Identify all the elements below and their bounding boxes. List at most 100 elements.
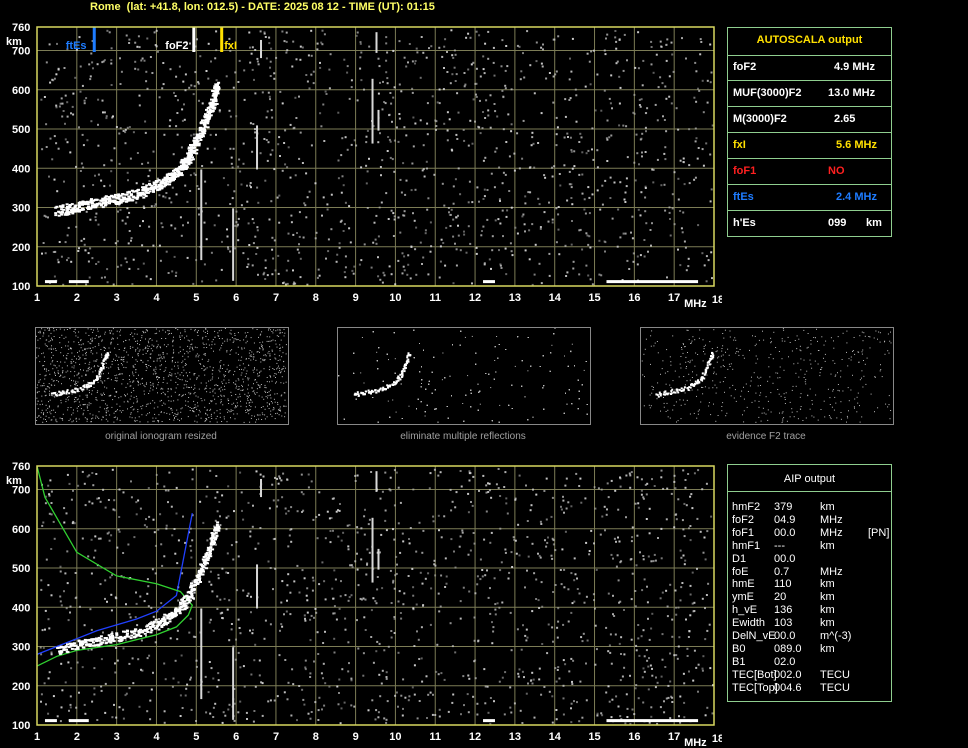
noise-dot [235,380,237,382]
noise-dot [327,250,330,253]
noise-dot [77,336,79,338]
noise-dot [330,193,333,196]
noise-dot [124,128,127,131]
noise-dot [513,169,516,172]
noise-dot [110,159,113,162]
noise-dot [287,232,290,235]
noise-dot [189,371,191,373]
noise-dot [90,351,92,353]
noise-dot [206,147,209,150]
noise-dot [497,218,500,221]
noise-dot [71,105,74,108]
x-tick-label: 8 [313,292,319,304]
noise-dot [634,179,637,182]
noise-dot [633,161,636,164]
noise-dot [153,205,156,208]
noise-dot [548,274,551,277]
noise-dot [99,406,101,408]
noise-dot [228,382,230,384]
noise-dot [659,76,662,79]
noise-dot [78,350,80,352]
noise-dot [201,368,203,369]
noise-dot [71,379,72,381]
noise-dot [83,243,86,246]
thumb-noise [338,328,588,423]
noise-dot [284,163,287,166]
noise-dot [85,374,87,376]
noise-dot [329,53,332,56]
noise-dot [388,113,391,116]
noise-dot [67,409,69,411]
noise-dot [243,369,245,371]
noise-dot [496,336,498,337]
noise-dot [78,247,80,250]
noise-dot [441,182,444,185]
noise-dot [622,69,625,72]
noise-dot [204,180,207,183]
noise-dot [205,382,207,384]
noise-dot [306,196,309,199]
autoscala-row-m3000: M(3000)F2 2.65 [728,107,891,133]
noise-dot [97,330,99,332]
noise-dot [240,389,242,391]
noise-dot [132,409,134,411]
noise-dot [218,338,220,339]
noise-dot [67,226,70,229]
noise-dot [237,339,239,340]
noise-dot [528,166,531,169]
noise-dot [131,417,133,419]
noise-dot [268,391,270,393]
noise-dot [129,381,131,383]
noise-dot [664,85,667,88]
noise-dot [484,42,487,45]
noise-dot [253,383,254,385]
noise-dot [463,85,466,88]
noise-dot [114,411,116,412]
noise-dot [215,79,218,82]
noise-dot [479,403,481,405]
noise-dot [381,108,384,111]
noise-dot [180,146,183,149]
noise-dot [146,249,149,252]
noise-dot [250,359,252,361]
trace-dot [65,207,69,210]
noise-dot [256,369,258,371]
noise-dot [203,365,205,367]
noise-dot [204,420,206,422]
noise-dot [250,337,252,339]
noise-dot [608,97,611,100]
noise-dot [48,393,50,395]
noise-dot [156,377,158,379]
noise-dot [67,345,69,347]
noise-dot [383,274,386,277]
noise-dot [230,162,233,165]
noise-dot [194,329,196,331]
noise-dot [681,37,683,40]
noise-dot [452,56,455,59]
noise-dot [205,387,207,389]
trace-dot [180,167,184,170]
noise-dot [97,260,100,263]
noise-dot [186,381,188,382]
noise-dot [196,353,198,355]
noise-dot [147,360,149,362]
noise-dot [69,151,72,154]
noise-dot [679,210,682,212]
noise-dot [119,373,121,375]
noise-dot [162,62,165,64]
noise-dot [45,61,48,64]
noise-dot [679,159,682,162]
noise-dot [84,417,86,419]
noise-dot [175,271,178,274]
noise-dot [205,368,207,370]
noise-dot [254,131,257,134]
noise-dot [591,127,594,130]
noise-dot [679,264,682,267]
noise-dot [97,98,100,101]
noise-dot [79,404,81,406]
noise-dot [308,190,311,193]
noise-dot [168,374,170,376]
noise-dot [85,394,87,396]
noise-dot [43,382,45,384]
trace-dot [81,207,85,210]
